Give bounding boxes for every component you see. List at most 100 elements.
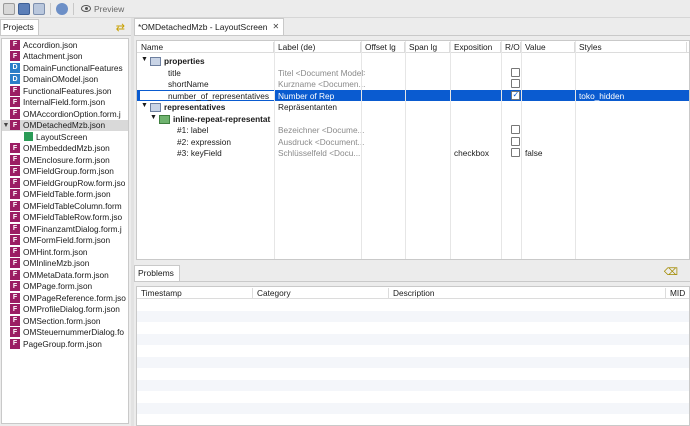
row-label[interactable]: Repräsentanten: [278, 102, 365, 112]
tree-item[interactable]: F OMFinanzamtDialog.form.j: [2, 223, 128, 235]
domain-file-icon: D: [10, 74, 20, 85]
problems-column-header[interactable]: Timestamp: [137, 288, 182, 298]
column-header[interactable]: Label (de): [274, 42, 361, 52]
tree-item[interactable]: F OMPage.form.json: [2, 281, 128, 293]
row-label[interactable]: Ausdruck <Document...: [278, 137, 365, 147]
tree-item[interactable]: F OMEnclosure.form.json: [2, 154, 128, 166]
form-file-icon: F: [10, 200, 20, 211]
table-header: Name Label (de) Offset lg Span lg Exposition…: [137, 41, 689, 53]
row-name[interactable]: #3: keyField: [177, 148, 274, 158]
tree-item[interactable]: F OMFieldGroupRow.form.jso: [2, 177, 128, 189]
table-row[interactable]: #2: expression Ausdruck <Document...: [137, 136, 689, 148]
row-label[interactable]: Number of Rep: [278, 91, 365, 101]
column-header[interactable]: Span lg: [405, 42, 450, 52]
tree-item[interactable]: ▼ F OMDetachedMzb.json: [2, 119, 128, 131]
tree-item[interactable]: F OMMetaData.form.json: [2, 269, 128, 281]
row-name[interactable]: #2: expression: [177, 137, 274, 147]
chevron-down-icon[interactable]: ▼: [141, 56, 148, 63]
domain-file-icon: D: [10, 62, 20, 73]
column-header[interactable]: R/O: [501, 42, 521, 52]
row-name[interactable]: shortName: [168, 79, 274, 89]
row-label[interactable]: Bezeichner <Docume...: [278, 125, 365, 135]
table-row[interactable]: ▼ properties: [137, 55, 689, 67]
tree-item[interactable]: F OMSection.form.json: [2, 315, 128, 327]
row-styles[interactable]: toko_hidden: [579, 91, 624, 101]
tree-item-label: OMSection.form.json: [23, 315, 101, 326]
tree-item-label: OMEmbeddedMzb.json: [23, 143, 110, 154]
table-row[interactable]: #3: keyField Schlüsselfeld <Docu... checkb…: [137, 147, 689, 159]
table-row[interactable]: title Titel <Document Model>: [137, 67, 689, 79]
column-header[interactable]: Exposition: [450, 42, 501, 52]
back-icon[interactable]: [3, 2, 15, 15]
row-name[interactable]: number_of_representatives: [168, 91, 274, 101]
tree-item[interactable]: F OMProfileDialog.form.json: [2, 304, 128, 316]
tree-item-label: OMDetachedMzb.json: [23, 120, 106, 131]
row-name[interactable]: properties: [164, 56, 274, 66]
table-row[interactable]: shortName Kurzname <Documen...: [137, 78, 689, 90]
tree-item[interactable]: F OMFieldTableColumn.form: [2, 200, 128, 212]
readonly-checkbox[interactable]: [511, 79, 520, 88]
readonly-checkbox[interactable]: [511, 90, 520, 100]
close-icon[interactable]: ✕: [272, 22, 279, 35]
readonly-checkbox[interactable]: [511, 67, 520, 77]
row-label[interactable]: Kurzname <Documen...: [278, 79, 365, 89]
table-row[interactable]: number_of_representatives Number of Rep to…: [137, 89, 689, 101]
table-row[interactable]: #1: label Bezeichner <Docume...: [137, 124, 689, 136]
column-header[interactable]: Styles: [575, 42, 687, 52]
tree-item[interactable]: F InternalField.form.json: [2, 97, 128, 109]
table-row[interactable]: ▼ inline-repeat-representat: [137, 113, 689, 125]
tree-item[interactable]: F OMAccordionOption.form.j: [2, 108, 128, 120]
tree-item[interactable]: F PageGroup.form.json: [2, 338, 128, 350]
row-name[interactable]: #1: label: [177, 125, 274, 135]
tree-item[interactable]: LayoutScreen: [2, 131, 128, 143]
row-label[interactable]: Titel <Document Model>: [278, 68, 365, 78]
tab-layoutscreen[interactable]: *OMDetachedMzb - LayoutScreen ✕: [134, 18, 285, 35]
tree-item[interactable]: D DomainFunctionalFeatures: [2, 62, 128, 74]
readonly-checkbox[interactable]: [511, 136, 520, 146]
row-exposition[interactable]: checkbox: [454, 148, 489, 158]
tree-item[interactable]: D DomainOModel.json: [2, 74, 128, 86]
tree-item[interactable]: F Accordion.json: [2, 39, 128, 51]
clear-icon[interactable]: ⌫: [664, 267, 678, 278]
tree-item[interactable]: F OMFieldTableRow.form.jso: [2, 212, 128, 224]
problems-column-header[interactable]: Category: [252, 288, 291, 298]
column-header[interactable]: Offset lg: [361, 42, 405, 52]
project-tree[interactable]: F Accordion.json F Attachment.json D DomainFu…: [1, 38, 129, 424]
tree-item[interactable]: F OMHint.form.json: [2, 246, 128, 258]
tree-item[interactable]: F OMInlineMzb.json: [2, 258, 128, 270]
form-file-icon: F: [10, 143, 20, 154]
preview-button[interactable]: Preview: [81, 4, 124, 14]
column-header[interactable]: Name: [137, 42, 274, 52]
tree-item[interactable]: F FunctionalFeatures.json: [2, 85, 128, 97]
problems-column-header[interactable]: Description: [388, 288, 435, 298]
tree-item[interactable]: F OMSteuernummerDialog.fo: [2, 327, 128, 339]
readonly-checkbox[interactable]: [511, 148, 520, 157]
link-with-editor-icon[interactable]: ⇄: [116, 21, 125, 34]
tab-projects[interactable]: Projects: [0, 19, 39, 35]
tree-item-label: OMEnclosure.form.json: [23, 154, 110, 165]
save-all-icon[interactable]: [33, 2, 45, 15]
tree-item[interactable]: F OMPageReference.form.jso: [2, 292, 128, 304]
tree-item[interactable]: F OMFormField.form.json: [2, 235, 128, 247]
row-value[interactable]: false: [525, 148, 543, 158]
tree-item[interactable]: F OMEmbeddedMzb.json: [2, 143, 128, 155]
row-name[interactable]: title: [168, 68, 274, 78]
tree-item[interactable]: F OMFieldGroup.form.json: [2, 166, 128, 178]
row-name[interactable]: inline-repeat-representat: [173, 114, 274, 124]
column-divider: [405, 41, 406, 259]
column-header[interactable]: Value: [521, 42, 575, 52]
table-row[interactable]: ▼ representatives Repräsentanten: [137, 101, 689, 113]
row-label[interactable]: Schlüsselfeld <Docu...: [278, 148, 365, 158]
chevron-down-icon[interactable]: ▼: [141, 102, 148, 109]
chevron-down-icon[interactable]: ▼: [150, 114, 157, 121]
refresh-icon[interactable]: [56, 2, 68, 15]
tree-item-label: OMFieldTableColumn.form: [23, 200, 122, 211]
save-icon[interactable]: [18, 2, 30, 15]
tree-item[interactable]: F Attachment.json: [2, 51, 128, 63]
problems-column-header[interactable]: MID: [665, 288, 685, 298]
readonly-checkbox[interactable]: [511, 125, 520, 134]
chevron-down-icon[interactable]: ▼: [2, 122, 10, 129]
tree-item[interactable]: F OMFieldTable.form.json: [2, 189, 128, 201]
row-name[interactable]: representatives: [164, 102, 274, 112]
tab-problems[interactable]: Problems: [134, 265, 180, 281]
